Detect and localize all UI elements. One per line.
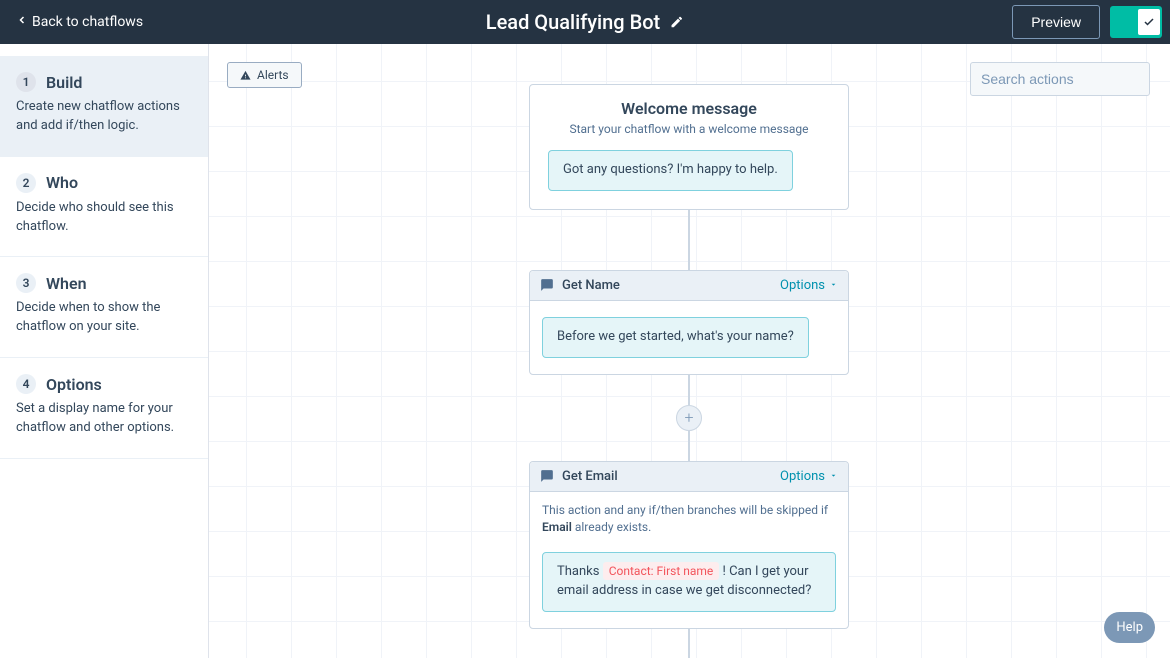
- step-description: Set a display name for your chatflow and…: [16, 400, 192, 438]
- canvas: Alerts Welcome message Start your chatfl…: [209, 44, 1170, 658]
- caret-down-icon: [829, 469, 838, 484]
- alerts-button[interactable]: Alerts: [227, 62, 302, 88]
- step-number: 1: [16, 72, 36, 92]
- search-actions-field[interactable]: [970, 62, 1150, 96]
- step-number: 2: [16, 173, 36, 193]
- card-options-button[interactable]: Options: [780, 469, 838, 484]
- step-number: 3: [16, 273, 36, 293]
- sidebar-step-who[interactable]: 2 Who Decide who should see this chatflo…: [0, 157, 208, 258]
- get-email-card[interactable]: Get Email Options This action and any if…: [529, 461, 849, 629]
- connector-line: [688, 629, 690, 658]
- contact-firstname-token: Contact: First name: [603, 562, 720, 580]
- step-title: When: [46, 274, 87, 293]
- options-label: Options: [780, 469, 825, 484]
- welcome-title: Welcome message: [548, 99, 830, 118]
- search-input[interactable]: [981, 71, 1162, 87]
- get-email-bubble: Thanks Contact: First name ! Can I get y…: [542, 552, 836, 612]
- welcome-card[interactable]: Welcome message Start your chatflow with…: [529, 84, 849, 210]
- chat-icon: [540, 469, 554, 483]
- get-name-bubble: Before we get started, what's your name?: [542, 317, 809, 358]
- back-label: Back to chatflows: [32, 14, 143, 30]
- card-options-button[interactable]: Options: [780, 278, 838, 293]
- step-description: Create new chatflow actions and add if/t…: [16, 98, 192, 136]
- step-number: 4: [16, 374, 36, 394]
- options-label: Options: [780, 278, 825, 293]
- step-title: Build: [46, 73, 82, 92]
- connector-line: [688, 210, 690, 270]
- card-header[interactable]: Get Email Options: [530, 462, 848, 492]
- publish-toggle[interactable]: [1110, 6, 1162, 38]
- welcome-subtitle: Start your chatflow with a welcome messa…: [548, 122, 830, 136]
- edit-title-button[interactable]: [670, 15, 684, 29]
- preview-button[interactable]: Preview: [1012, 5, 1100, 39]
- sidebar-step-options[interactable]: 4 Options Set a display name for your ch…: [0, 358, 208, 459]
- page-title: Lead Qualifying Bot: [486, 10, 660, 34]
- step-description: Decide who should see this chatflow.: [16, 199, 192, 237]
- chat-icon: [540, 278, 554, 292]
- chevron-left-icon: [16, 14, 28, 30]
- connector-line: [688, 375, 690, 405]
- card-title: Get Name: [562, 278, 620, 293]
- get-name-card[interactable]: Get Name Options Before we get started, …: [529, 270, 849, 375]
- add-action-button[interactable]: +: [676, 405, 702, 431]
- sidebar-step-build[interactable]: 1 Build Create new chatflow actions and …: [0, 56, 208, 157]
- card-header[interactable]: Get Name Options: [530, 271, 848, 301]
- alerts-label: Alerts: [257, 68, 289, 82]
- check-icon: [1138, 9, 1160, 35]
- caret-down-icon: [829, 278, 838, 293]
- warning-icon: [240, 70, 251, 81]
- step-title: Who: [46, 173, 78, 192]
- sidebar: 1 Build Create new chatflow actions and …: [0, 44, 209, 658]
- sidebar-step-when[interactable]: 3 When Decide when to show the chatflow …: [0, 257, 208, 358]
- card-title: Get Email: [562, 469, 618, 484]
- back-to-chatflows-link[interactable]: Back to chatflows: [16, 14, 143, 30]
- step-description: Decide when to show the chatflow on your…: [16, 299, 192, 337]
- help-button[interactable]: Help: [1104, 612, 1155, 643]
- step-title: Options: [46, 375, 102, 394]
- connector-line: [688, 431, 690, 461]
- welcome-bubble: Got any questions? I'm happy to help.: [548, 150, 793, 191]
- skip-note: This action and any if/then branches wil…: [530, 492, 848, 537]
